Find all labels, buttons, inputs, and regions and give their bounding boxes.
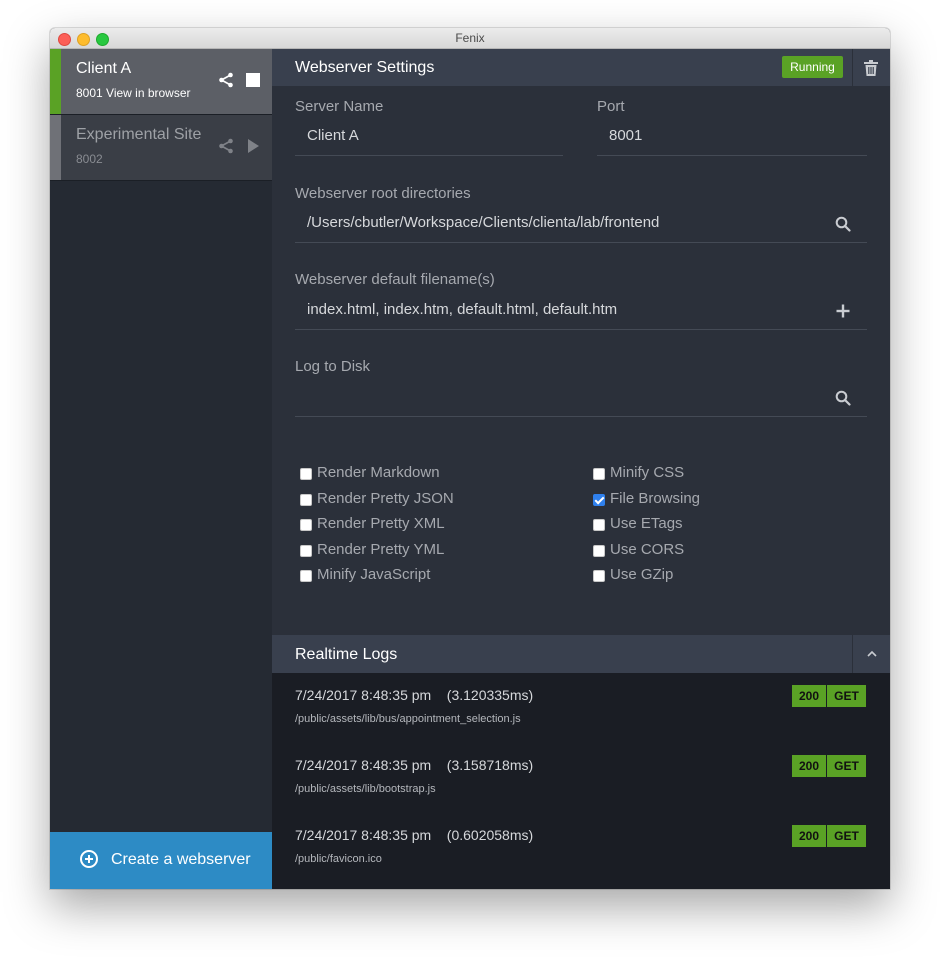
settings-title: Webserver Settings <box>295 59 435 76</box>
settings-header: Webserver Settings Running <box>272 49 890 86</box>
server-item-experimental-site[interactable]: Experimental Site 8002 <box>50 115 272 181</box>
root-directories-input[interactable] <box>307 214 822 231</box>
log-to-disk-input[interactable] <box>307 388 822 405</box>
zoom-window-button[interactable] <box>96 33 109 46</box>
server-status-bar <box>50 115 61 180</box>
server-name-label: Server Name <box>295 98 384 115</box>
server-name-input[interactable] <box>307 127 549 144</box>
search-icon[interactable] <box>835 390 851 406</box>
port-input[interactable] <box>609 127 852 144</box>
realtime-logs-list: 7/24/2017 8:48:35 pm (3.120335ms) /publi… <box>272 673 890 889</box>
header-divider <box>852 635 853 673</box>
title-bar: Fenix <box>50 28 890 49</box>
method-badge: GET <box>827 825 866 847</box>
header-divider <box>852 49 853 86</box>
server-subtitle: 8002 <box>76 152 103 166</box>
log-path: /public/assets/lib/bus/appointment_selec… <box>295 713 521 725</box>
share-icon[interactable] <box>218 72 234 88</box>
log-timestamp: 7/24/2017 8:48:35 pm (0.602058ms) <box>295 827 534 843</box>
default-filenames-label: Webserver default filename(s) <box>295 271 495 288</box>
search-icon[interactable] <box>835 216 851 232</box>
sidebar: Client A 8001 View in browser Experiment… <box>50 49 272 889</box>
log-entry: 7/24/2017 8:48:35 pm (0.602058ms) /publi… <box>272 813 890 881</box>
default-filenames-field[interactable] <box>295 292 867 330</box>
log-path: /public/assets/lib/bootstrap.js <box>295 783 436 795</box>
log-to-disk-label: Log to Disk <box>295 358 371 375</box>
running-status-badge[interactable]: Running <box>782 56 843 78</box>
checkbox[interactable] <box>593 570 605 582</box>
app-window: Fenix Client A 8001 View in browser Expe… <box>50 28 890 889</box>
server-item-client-a[interactable]: Client A 8001 View in browser <box>50 49 272 115</box>
log-path: /public/favicon.ico <box>295 853 382 865</box>
server-subtitle[interactable]: 8001 View in browser <box>76 86 191 100</box>
status-badge: 200 <box>792 825 826 847</box>
realtime-logs-header[interactable]: Realtime Logs <box>272 635 890 673</box>
server-status-bar <box>50 49 61 114</box>
status-badge: 200 <box>792 685 826 707</box>
checkbox-checked[interactable] <box>593 494 605 506</box>
checkbox[interactable] <box>300 494 312 506</box>
checkbox[interactable] <box>593 545 605 557</box>
main-panel: Webserver Settings Running Server Name P… <box>272 49 890 889</box>
log-to-disk-field[interactable] <box>295 379 867 417</box>
log-timestamp: 7/24/2017 8:48:35 pm (3.120335ms) <box>295 687 534 703</box>
port-field[interactable] <box>597 118 867 156</box>
add-circle-icon <box>80 850 98 868</box>
create-webserver-button[interactable]: Create a webserver <box>50 832 272 889</box>
checkbox[interactable] <box>300 545 312 557</box>
plus-icon[interactable] <box>835 303 851 319</box>
checkbox[interactable] <box>593 468 605 480</box>
minimize-window-button[interactable] <box>77 33 90 46</box>
server-name: Client A <box>76 60 132 77</box>
share-icon[interactable] <box>218 138 234 154</box>
stop-icon[interactable] <box>245 72 261 88</box>
server-name-field[interactable] <box>295 118 563 156</box>
settings-form: Server Name Port Webserver root director… <box>272 86 890 635</box>
checkbox[interactable] <box>300 468 312 480</box>
method-badge: GET <box>827 685 866 707</box>
checkbox[interactable] <box>300 519 312 531</box>
chevron-up-icon[interactable] <box>866 649 878 659</box>
default-filenames-input[interactable] <box>307 301 822 318</box>
create-webserver-label: Create a webserver <box>111 851 251 868</box>
port-label: Port <box>597 98 625 115</box>
checkbox[interactable] <box>300 570 312 582</box>
status-badge: 200 <box>792 755 826 777</box>
log-entry: 7/24/2017 8:48:35 pm (3.120335ms) /publi… <box>272 673 890 741</box>
window-title: Fenix <box>455 31 485 45</box>
play-icon[interactable] <box>245 138 261 154</box>
root-directories-label: Webserver root directories <box>295 185 471 202</box>
method-badge: GET <box>827 755 866 777</box>
root-directories-field[interactable] <box>295 205 867 243</box>
server-name: Experimental Site <box>76 126 202 143</box>
realtime-logs-title: Realtime Logs <box>295 646 398 663</box>
log-entry: 7/24/2017 8:48:35 pm (3.158718ms) /publi… <box>272 743 890 811</box>
log-timestamp: 7/24/2017 8:48:35 pm (3.158718ms) <box>295 757 534 773</box>
close-window-button[interactable] <box>58 33 71 46</box>
checkbox[interactable] <box>593 519 605 531</box>
trash-icon[interactable] <box>864 60 878 76</box>
